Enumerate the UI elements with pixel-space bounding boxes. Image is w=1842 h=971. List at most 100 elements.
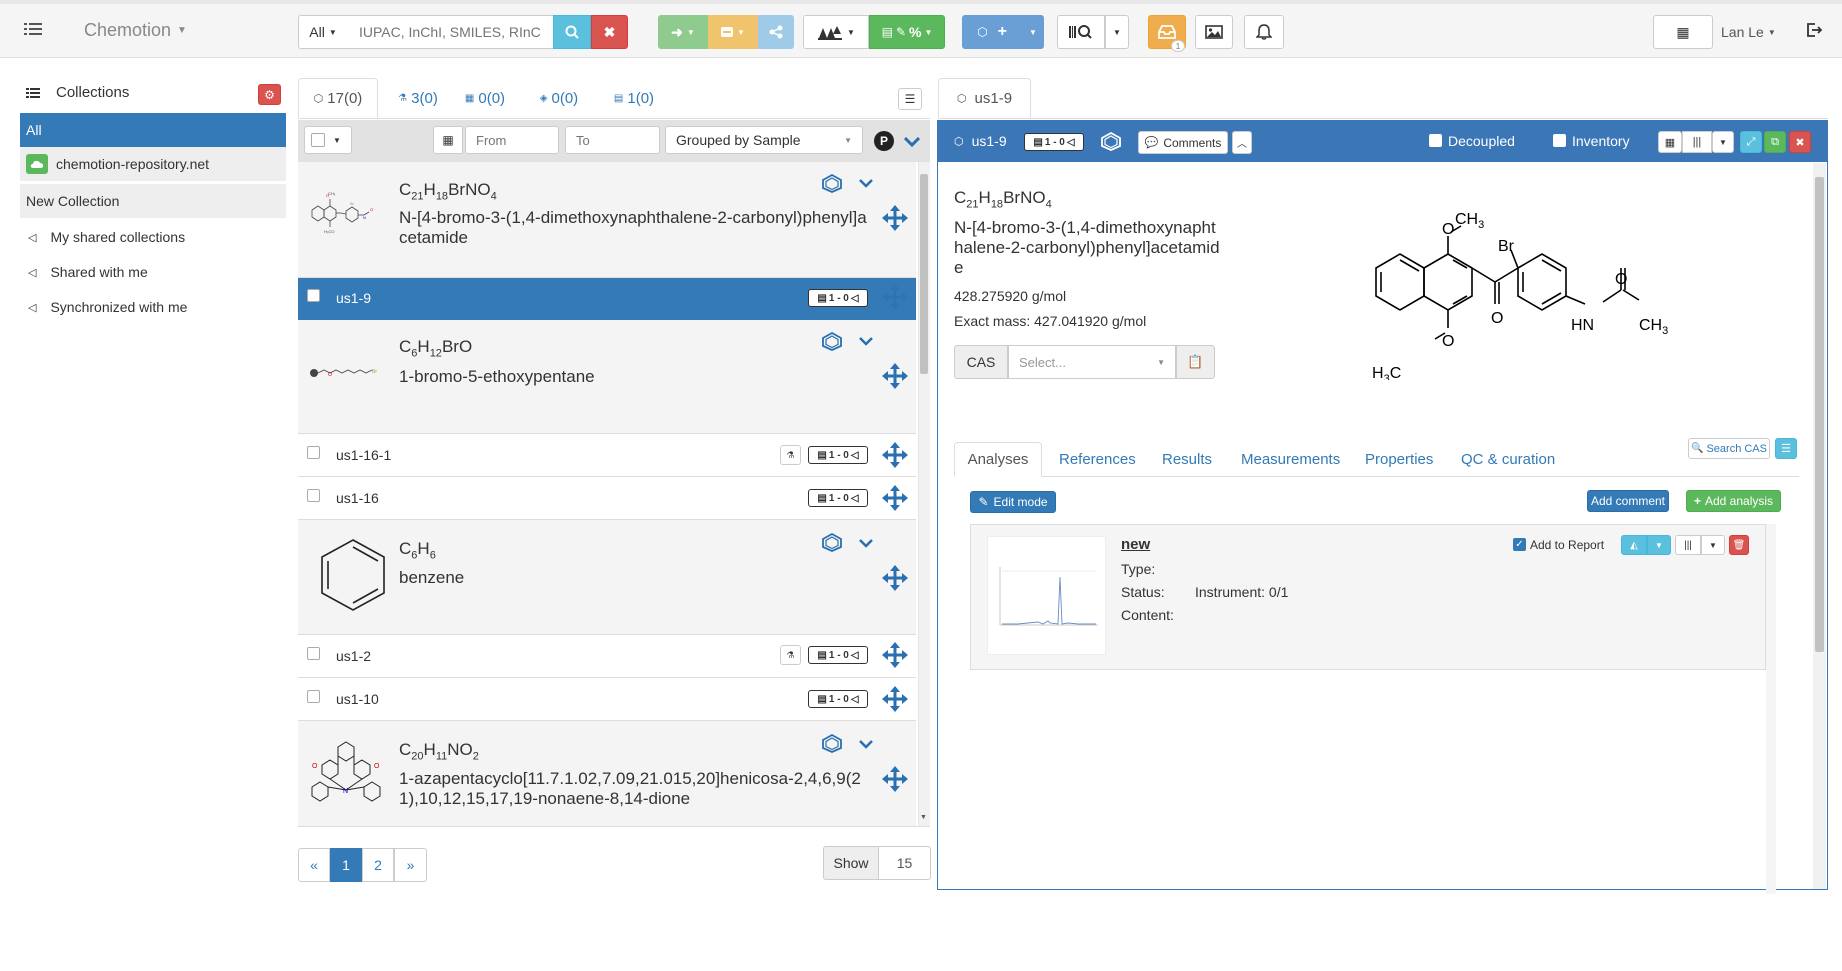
analysis-thumbnail[interactable] xyxy=(987,536,1106,655)
tab-screens[interactable]: ◈ 0(0) xyxy=(535,78,583,118)
reaction-link-button[interactable]: ⚗ xyxy=(780,645,801,665)
collapse-toolbar-button[interactable]: ︿ xyxy=(1232,131,1252,154)
drag-handle-icon[interactable] xyxy=(882,442,908,475)
expand-button[interactable]: ⤢ xyxy=(1740,131,1762,153)
to-date-input[interactable] xyxy=(565,126,660,154)
sample-checkbox[interactable] xyxy=(307,647,320,660)
pagination-next[interactable]: » xyxy=(394,848,427,882)
logout-icon[interactable] xyxy=(1806,22,1823,38)
search-button[interactable] xyxy=(553,15,591,49)
comments-button[interactable]: 💬 Comments xyxy=(1138,131,1228,154)
spectra-dropdown-toggle[interactable]: ▼ xyxy=(1647,535,1671,555)
barcode-button[interactable]: ||| xyxy=(1682,131,1712,153)
tab-qc-curation[interactable]: QC & curation xyxy=(1461,442,1555,476)
sample-tag[interactable]: ▤ 1 - 0 ◁ xyxy=(808,646,868,664)
search-scope-dropdown[interactable]: All ▼ xyxy=(298,15,348,49)
brand-dropdown[interactable]: Chemotion ▼ xyxy=(84,20,187,41)
edit-mode-button[interactable]: ✎ Edit mode xyxy=(970,491,1056,513)
drag-handle-icon[interactable] xyxy=(882,363,908,396)
detail-scrollbar-thumb[interactable] xyxy=(1815,177,1824,652)
structure-editor-icon[interactable] xyxy=(820,331,844,351)
tab-properties[interactable]: Properties xyxy=(1365,442,1433,476)
sidebar-item-synchronized[interactable]: ◁ Synchronized with me xyxy=(20,290,286,324)
copy-cas-button[interactable]: 📋 xyxy=(1176,345,1215,379)
create-dropdown-toggle[interactable]: ▼ xyxy=(1022,15,1044,49)
chevron-down-icon[interactable] xyxy=(859,737,873,753)
user-menu[interactable]: Lan Le ▼ xyxy=(1721,24,1776,40)
pagination-prev[interactable]: « xyxy=(298,848,330,882)
sample-tag[interactable]: ▤ 1 - 0 ◁ xyxy=(808,489,868,507)
duplicate-button[interactable]: ⧉ xyxy=(1764,131,1786,153)
decoupled-checkbox[interactable] xyxy=(1429,134,1442,147)
calendar-button[interactable]: ▦ xyxy=(1658,131,1682,153)
search-cas-button[interactable]: 🔍 Search CAS xyxy=(1688,438,1770,459)
sidebar-item-shared-with-me[interactable]: ◁ Shared with me xyxy=(20,255,286,289)
tab-references[interactable]: References xyxy=(1059,442,1136,476)
reaction-link-button[interactable]: ⚗ xyxy=(780,445,801,465)
analysis-barcode-dropdown[interactable]: ▼ xyxy=(1701,535,1725,555)
sidebar-item-new-collection[interactable]: New Collection xyxy=(20,184,286,218)
drag-handle-icon[interactable] xyxy=(882,205,908,238)
chevron-down-icon[interactable] xyxy=(859,334,873,350)
tab-detail-us1-9[interactable]: ⬡ us1-9 xyxy=(938,78,1031,118)
drag-handle-icon[interactable] xyxy=(882,766,908,799)
sample-checkbox[interactable] xyxy=(307,289,320,302)
drag-handle-icon[interactable] xyxy=(882,686,908,719)
chevron-down-icon[interactable] xyxy=(859,176,873,192)
barcode-dropdown-toggle[interactable]: ▼ xyxy=(1712,131,1734,153)
sample-checkbox[interactable] xyxy=(307,446,320,459)
menu-toggle-icon[interactable] xyxy=(24,22,42,36)
product-only-toggle[interactable]: P xyxy=(874,131,894,151)
clear-search-button[interactable]: ✖ xyxy=(591,15,628,49)
analysis-title[interactable]: new xyxy=(1121,536,1150,553)
sample-checkbox[interactable] xyxy=(307,690,320,703)
remove-dropdown-button[interactable]: ▼ xyxy=(708,15,758,49)
list-scrollbar-thumb[interactable] xyxy=(920,174,928,374)
scroll-down-arrow-icon[interactable]: ▼ xyxy=(920,814,927,821)
per-page-input[interactable]: 15 xyxy=(878,846,931,880)
drag-handle-icon[interactable] xyxy=(882,642,908,675)
tab-results[interactable]: Results xyxy=(1162,442,1212,476)
search-dropdown-toggle[interactable]: ▼ xyxy=(1105,15,1129,49)
chevron-down-icon[interactable] xyxy=(859,536,873,552)
delete-analysis-button[interactable]: 🗑 xyxy=(1729,535,1749,555)
move-dropdown-button[interactable]: ➜ ▼ xyxy=(658,15,708,49)
add-to-report-checkbox[interactable]: ✓ xyxy=(1513,538,1526,551)
pagination-page-1[interactable]: 1 xyxy=(330,848,362,882)
add-analysis-button[interactable]: + Add analysis xyxy=(1686,490,1781,512)
from-date-input[interactable] xyxy=(465,126,559,154)
drag-handle-icon[interactable] xyxy=(882,565,908,598)
calendar-button[interactable]: ▦ xyxy=(1653,15,1713,49)
cas-select[interactable]: Select... ▼ xyxy=(1008,345,1176,379)
structure-search-button[interactable] xyxy=(1057,15,1105,49)
structure-editor-icon[interactable] xyxy=(820,733,844,753)
date-filter-button[interactable]: ▦ xyxy=(433,126,463,154)
list-settings-button[interactable]: ☰ xyxy=(898,88,922,110)
notifications-button[interactable] xyxy=(1244,15,1284,49)
select-all-dropdown[interactable]: ▼ xyxy=(304,126,352,154)
sidebar-item-my-shared[interactable]: ◁ My shared collections xyxy=(20,220,286,254)
pagination-page-2[interactable]: 2 xyxy=(362,848,394,882)
tab-research-plans[interactable]: ▤ 1(0) xyxy=(610,78,658,118)
sidebar-item-all[interactable]: All xyxy=(20,113,286,147)
share-button[interactable] xyxy=(758,15,794,49)
detail-tag[interactable]: ▤ 1 - 0 ◁ xyxy=(1024,133,1084,151)
add-comment-button[interactable]: Add comment xyxy=(1587,490,1669,512)
structure-editor-icon[interactable] xyxy=(820,532,844,552)
close-detail-button[interactable]: ✖ xyxy=(1789,131,1811,153)
tab-reactions[interactable]: ⚗ 3(0) xyxy=(390,78,446,118)
image-button[interactable] xyxy=(1195,15,1233,49)
sample-tag[interactable]: ▤ 1 - 0 ◁ xyxy=(808,289,868,307)
sample-checkbox[interactable] xyxy=(307,489,320,502)
tab-measurements[interactable]: Measurements xyxy=(1241,442,1340,476)
lab-tools-dropdown[interactable]: ▼ xyxy=(803,15,869,49)
inventory-checkbox[interactable] xyxy=(1553,134,1566,147)
report-dropdown-button[interactable]: ▤ ✎% ▼ xyxy=(869,15,945,49)
collapse-all-icon[interactable] xyxy=(903,134,921,150)
tab-settings-button[interactable]: ☰ xyxy=(1775,438,1797,459)
sidebar-item-repository[interactable]: chemotion-repository.net xyxy=(20,147,286,181)
collection-settings-button[interactable]: ⚙ xyxy=(258,84,281,105)
structure-editor-icon[interactable] xyxy=(1099,131,1123,154)
group-by-select[interactable]: Grouped by Sample ▼ xyxy=(665,126,863,154)
new-sample-button[interactable]: ⬡ + xyxy=(962,15,1022,49)
